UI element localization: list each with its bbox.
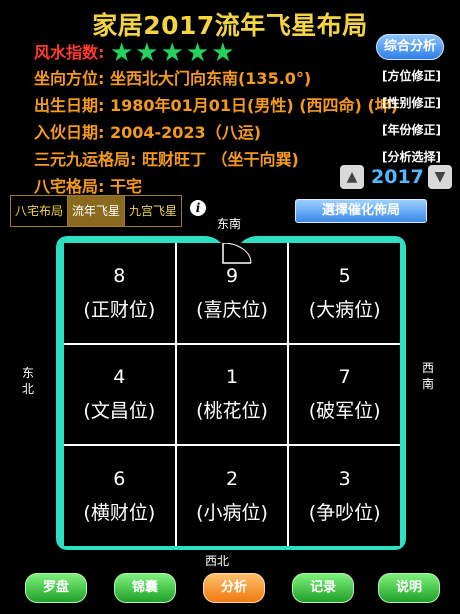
- info-icon[interactable]: i: [190, 200, 206, 216]
- orientation-label: 坐向方位:: [34, 69, 105, 88]
- select-catalyst-layout-button[interactable]: 選擇催化佈局: [295, 199, 427, 223]
- star-position: (正财位): [83, 298, 156, 321]
- nine-cycle-value: 旺财旺丁 （坐干向巽): [141, 150, 299, 169]
- star-number: 4: [113, 366, 126, 389]
- grid-cell[interactable]: 2 (小病位): [176, 446, 288, 546]
- birthdate-value: 1980年01月01日(男性) (西四命) (坤): [109, 96, 399, 115]
- direction-left-label: 东北: [22, 366, 35, 396]
- eight-house-label: 八宅格局:: [34, 177, 105, 196]
- analysis-select-link[interactable]: [分析选择]: [382, 148, 441, 165]
- tab-annual-flying-star[interactable]: 流年飞星: [67, 196, 125, 226]
- fengshui-index-label: 风水指数:: [34, 43, 105, 62]
- grid-cell[interactable]: 8 (正财位): [64, 243, 175, 343]
- year-up-icon[interactable]: ▲: [340, 165, 364, 189]
- grid-cell[interactable]: 5 (大病位): [289, 243, 400, 343]
- grid-cell[interactable]: 9 (喜庆位): [176, 243, 288, 343]
- star-number: 6: [113, 468, 126, 491]
- grid-cell[interactable]: 7 (破军位): [289, 344, 400, 445]
- star-number: 5: [338, 264, 351, 287]
- layout-tabs: 八宅布局 流年飞星 九宫飞星: [10, 195, 183, 227]
- tab-nine-palace[interactable]: 九宫飞星: [124, 196, 181, 226]
- star-number: 8: [113, 264, 126, 287]
- eight-house-value: 干宅: [109, 177, 142, 196]
- birthdate-row: 出生日期: 1980年01月01日(男性) (西四命) (坤): [34, 92, 398, 116]
- door-icon: [221, 243, 252, 264]
- tab-eight-house[interactable]: 八宅布局: [11, 196, 67, 226]
- star-position: (争吵位): [308, 502, 381, 525]
- star-position: (文昌位): [83, 400, 156, 423]
- star-number: 3: [338, 468, 351, 491]
- grid-cell[interactable]: 4 (文昌位): [64, 344, 175, 445]
- eight-house-row: 八宅格局: 干宅: [34, 173, 142, 197]
- year-down-icon[interactable]: ▼: [428, 165, 452, 189]
- compass-button[interactable]: 罗盘: [25, 573, 87, 603]
- star-number: 1: [225, 366, 239, 389]
- gender-correct-link[interactable]: [性别修正]: [382, 94, 441, 111]
- instructions-button[interactable]: 说明: [378, 573, 440, 603]
- grid-cell[interactable]: 1 (桃花位): [176, 344, 288, 445]
- star-number: 2: [225, 468, 239, 491]
- orientation-correct-link[interactable]: [方位修正]: [382, 67, 441, 84]
- grid-cell[interactable]: 3 (争吵位): [289, 446, 400, 546]
- star-position: (喜庆位): [196, 298, 268, 321]
- movein-row: 入伙日期: 2004-2023（八运): [34, 119, 261, 143]
- star-rating-icon: ★★★★★: [109, 38, 237, 68]
- tips-button[interactable]: 锦囊: [114, 573, 176, 603]
- flying-star-grid: 8 (正财位) 9 (喜庆位) 5 (大病位) 4 (文昌位) 1 (桃花位) 7 (破军位…: [64, 243, 400, 546]
- direction-bottom-label: 西北: [205, 554, 230, 568]
- star-position: (小病位): [196, 502, 268, 525]
- orientation-row: 坐向方位: 坐西北大门向东南(135.0°): [34, 65, 311, 89]
- analysis-button[interactable]: 分析: [203, 573, 265, 603]
- star-position: (破军位): [308, 400, 381, 423]
- nine-cycle-label: 三元九运格局:: [34, 150, 137, 169]
- fengshui-index-row: 风水指数: ★★★★★: [34, 38, 237, 68]
- nine-cycle-row: 三元九运格局: 旺财旺丁 （坐干向巽): [34, 146, 299, 170]
- records-button[interactable]: 记录: [292, 573, 354, 603]
- direction-top-label: 东南: [217, 217, 242, 231]
- star-number: 7: [338, 366, 351, 389]
- year-correct-link[interactable]: [年份修正]: [382, 121, 441, 138]
- direction-right-label: 西南: [422, 361, 435, 391]
- comprehensive-analysis-button[interactable]: 综合分析: [376, 34, 444, 60]
- movein-value: 2004-2023（八运): [109, 123, 262, 142]
- birthdate-label: 出生日期:: [34, 96, 105, 115]
- star-position: (桃花位): [196, 400, 268, 423]
- movein-label: 入伙日期:: [34, 123, 105, 142]
- year-value: 2017: [371, 166, 424, 188]
- star-position: (横财位): [83, 502, 156, 525]
- star-position: (大病位): [308, 298, 381, 321]
- orientation-value: 坐西北大门向东南(135.0°): [109, 69, 312, 88]
- grid-cell[interactable]: 6 (横财位): [64, 446, 175, 546]
